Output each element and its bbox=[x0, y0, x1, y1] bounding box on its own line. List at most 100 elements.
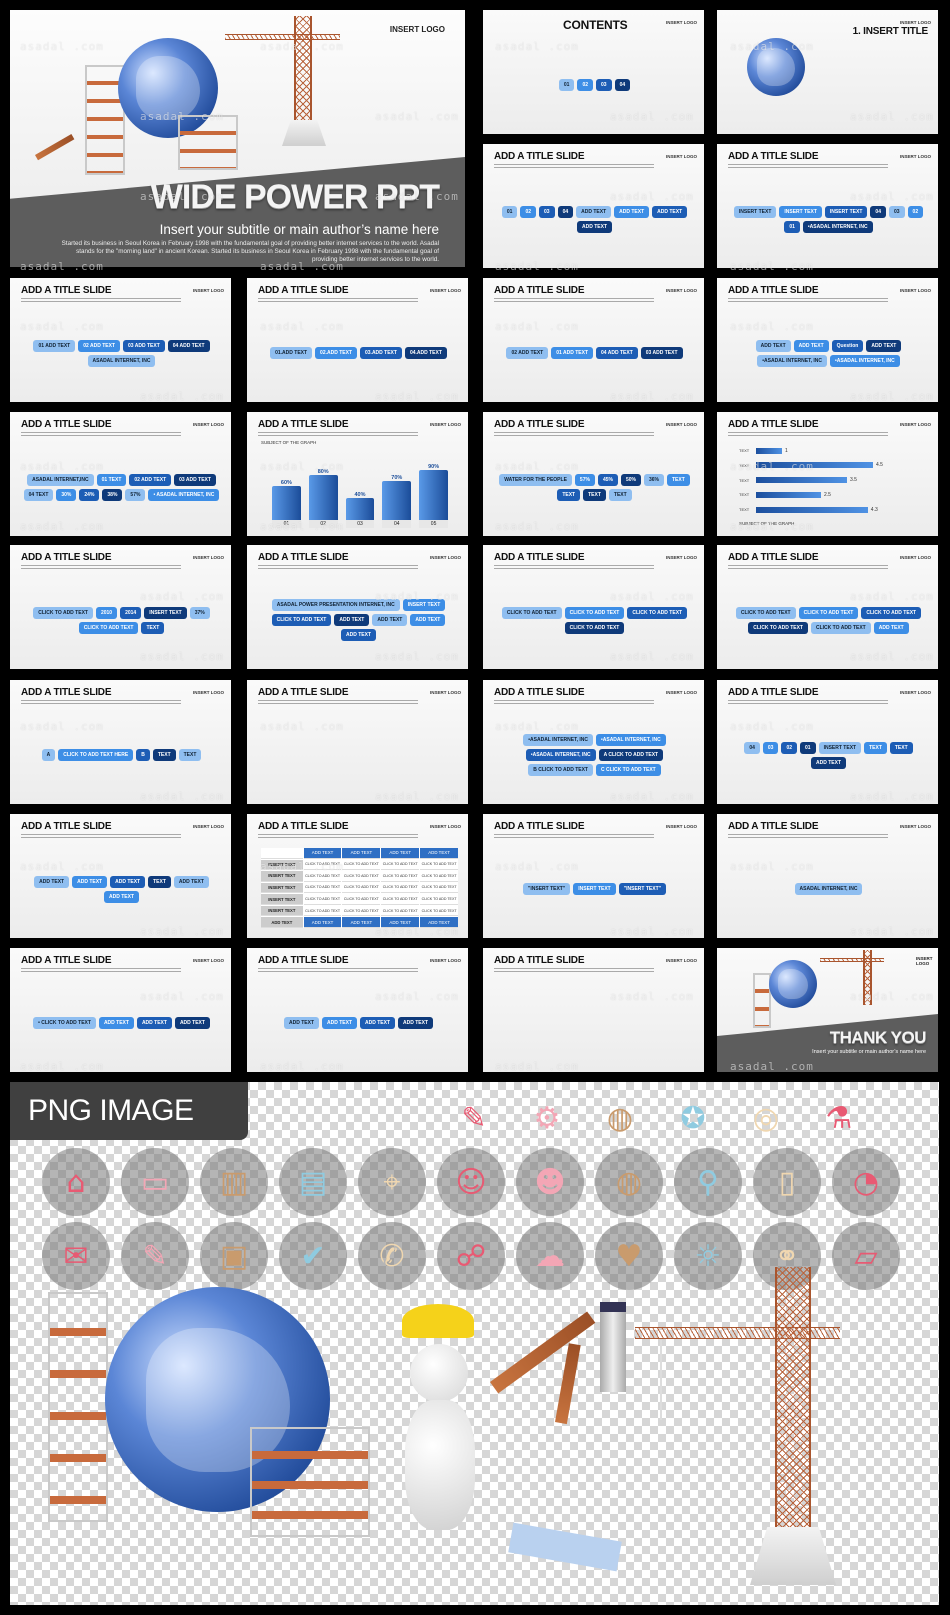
slide-thumbnail[interactable]: ADD A TITLE SLIDE INSERT LOGO ASADAL POWER… bbox=[247, 545, 468, 669]
slide-thumbnail[interactable]: ADD A TITLE SLIDE INSERT LOGO bbox=[247, 680, 468, 804]
slide-label: INSERT TEXT bbox=[573, 883, 616, 895]
crane-jib bbox=[225, 34, 340, 40]
slide-thumbnail[interactable]: ADD A TITLE SLIDE INSERT LOGO •ASADAL INTE… bbox=[483, 680, 704, 804]
table-footer: ADD TEXT bbox=[381, 917, 420, 928]
slide-thumbnail[interactable]: ADD A TITLE SLIDE INSERT LOGO CLICK TO ADD… bbox=[717, 545, 938, 669]
slide-thumbnail[interactable]: 1. INSERT TITLE INSERT LOGO bbox=[717, 10, 938, 134]
bar-label: 02 bbox=[308, 520, 338, 528]
map-pin-icon: ⌖ bbox=[358, 1148, 426, 1216]
slide-thumbnail[interactable]: ADD A TITLE SLIDE INSERT LOGO INSERT TEXT I… bbox=[717, 144, 938, 268]
slide-thumbnail[interactable]: ADD A TITLE SLIDE INSERT LOGO SUBJECT OF T… bbox=[247, 412, 468, 536]
slide-label: 04 TEXT bbox=[23, 488, 54, 501]
table-cell[interactable]: CLICK TO ADD TEXT bbox=[342, 882, 381, 894]
insert-logo: INSERT LOGO bbox=[665, 288, 697, 293]
slide-thumbnail[interactable]: ADD A TITLE SLIDE INSERT LOGO ADD TEXT ADD … bbox=[247, 814, 468, 938]
slide-thumbnail[interactable]: ADD A TITLE SLIDE INSERT LOGO ADD TEXT ADD … bbox=[10, 814, 231, 938]
slide-title: CONTENTS bbox=[563, 18, 628, 32]
slide-thumbnail[interactable]: CONTENTS INSERT LOGO 01 02 03 04 bbox=[483, 10, 704, 134]
clipboard-check-icon: ✔ bbox=[279, 1222, 347, 1290]
slide-thumbnail[interactable]: ADD A TITLE SLIDE INSERT LOGO TEXT 1 TEXT 4.5… bbox=[717, 412, 938, 536]
slide-description bbox=[258, 432, 418, 438]
figure-illustration bbox=[410, 1344, 468, 1402]
table-cell[interactable]: CLICK TO ADD TEXT bbox=[420, 859, 458, 871]
slide-label: 2014 bbox=[120, 606, 142, 619]
slide-description bbox=[494, 968, 654, 974]
table-cell[interactable]: CLICK TO ADD TEXT bbox=[381, 882, 420, 894]
table-cell[interactable]: CLICK TO ADD TEXT bbox=[420, 882, 458, 894]
slide-thumbnail[interactable]: ADD A TITLE SLIDE INSERT LOGO CLICK TO ADD… bbox=[10, 545, 231, 669]
bar bbox=[756, 491, 821, 498]
slide-description bbox=[494, 834, 654, 840]
table-cell[interactable]: CLICK TO ADD TEXT bbox=[381, 859, 420, 871]
slide-thumbnail[interactable]: ADD A TITLE SLIDE INSERT LOGO ADD TEXT ADD … bbox=[247, 948, 468, 1072]
slide-label: 02 bbox=[520, 205, 536, 218]
table-cell[interactable]: CLICK TO ADD TEXT bbox=[420, 871, 458, 882]
insert-logo: INSERT LOGO bbox=[192, 422, 224, 427]
table-cell[interactable]: CLICK TO ADD TEXT bbox=[381, 871, 420, 882]
slide-label: ADD TEXT bbox=[866, 339, 902, 352]
slide-label: ADD TEXT bbox=[652, 205, 688, 218]
slide-title: ADD A TITLE SLIDE bbox=[258, 955, 349, 966]
table-cell[interactable]: CLICK TO ADD TEXT bbox=[303, 871, 342, 882]
table-cell[interactable]: CLICK TO ADD TEXT bbox=[342, 871, 381, 882]
slide-thumbnail[interactable]: ADD A TITLE SLIDE INSERT LOGO 01.ADD TEXT 0… bbox=[247, 278, 468, 402]
slide-label: ASADAL INTERNET, INC bbox=[794, 883, 863, 895]
slide-label: 02 ADD TEXT bbox=[78, 339, 120, 352]
slide-label: 01 bbox=[501, 205, 518, 218]
microphone-icon: ⚲ bbox=[674, 1148, 742, 1216]
slide-label: 2010 bbox=[95, 606, 118, 619]
slide-label: TEXT bbox=[666, 473, 690, 486]
slide-thumbnail[interactable]: ADD A TITLE SLIDE INSERT LOGO CLICK TO ADD… bbox=[483, 545, 704, 669]
table-cell[interactable]: CLICK TO ADD TEXT bbox=[420, 905, 458, 917]
slide-label: 37% bbox=[189, 606, 210, 619]
bar bbox=[756, 506, 868, 513]
table-cell[interactable]: CLICK TO ADD TEXT bbox=[303, 894, 342, 905]
bar-label: TEXT bbox=[739, 462, 750, 468]
scaffold-illustration bbox=[250, 1427, 370, 1537]
slide-thumbnail[interactable]: ADD A TITLE SLIDE INSERT LOGO ASADAL INTER… bbox=[10, 412, 231, 536]
slide-thumbnail[interactable]: ADD A TITLE SLIDE INSERT LOGO 01 ADD TEXT 0… bbox=[10, 278, 231, 402]
slide-content: •ASADAL INTERNET, INC •ASADAL INTERNET, I… bbox=[495, 712, 694, 798]
slide-label: •ASADAL INTERNET, INC bbox=[523, 734, 593, 746]
slide-thumbnail[interactable]: ADD A TITLE SLIDE INSERT LOGO bbox=[483, 948, 704, 1072]
table-cell[interactable]: CLICK TO ADD TEXT bbox=[303, 905, 342, 917]
slide-thumbnail[interactable]: ADD A TITLE SLIDE INSERT LOGO • CLICK TO A… bbox=[10, 948, 231, 1072]
slide-thumbnail[interactable]: ADD A TITLE SLIDE INSERT LOGO A CLICK TO AD… bbox=[10, 680, 231, 804]
slide-content: INSERT TEXT INSERT TEXT INSERT TEXT 04 03 02 0… bbox=[729, 176, 928, 262]
thank-you-slide[interactable]: INSERT LOGO THANK YOU Insert your subtit… bbox=[717, 948, 938, 1072]
cover-title: WIDE POWER PPT bbox=[150, 178, 440, 216]
slide-thumbnail[interactable]: ADD A TITLE SLIDE INSERT LOGO 01 02 03 04 ADD … bbox=[483, 144, 704, 268]
table-cell[interactable]: CLICK TO ADD TEXT bbox=[381, 905, 420, 917]
insert-logo: INSERT LOGO bbox=[429, 422, 461, 427]
map-paper-illustration bbox=[508, 1522, 622, 1572]
slide-content: ADD TEXT ADD TEXT ADD TEXT TEXT ADD TEXT ADD … bbox=[22, 846, 221, 932]
slide-thumbnail[interactable]: ADD A TITLE SLIDE INSERT LOGO ASADAL INTER… bbox=[717, 814, 938, 938]
slide-description bbox=[21, 298, 181, 304]
slide-title: ADD A TITLE SLIDE bbox=[494, 955, 585, 966]
slide-title: ADD A TITLE SLIDE bbox=[258, 821, 349, 832]
table-cell[interactable]: CLICK TO ADD TEXT bbox=[342, 894, 381, 905]
table-cell[interactable]: CLICK TO ADD TEXT bbox=[303, 859, 342, 871]
slide-thumbnail[interactable]: ADD A TITLE SLIDE INSERT LOGO 04 03 02 01 INSE… bbox=[717, 680, 938, 804]
table-cell[interactable]: CLICK TO ADD TEXT bbox=[381, 894, 420, 905]
slide-content: 01 ADD TEXT 02 ADD TEXT 03 ADD TEXT 04 ADD … bbox=[22, 310, 221, 396]
slide-title: ADD A TITLE SLIDE bbox=[494, 687, 585, 698]
table-cell[interactable]: CLICK TO ADD TEXT bbox=[342, 859, 381, 871]
slide-label: •ASADAL INTERNET, INC bbox=[830, 354, 900, 367]
slide-thumbnail[interactable]: ADD A TITLE SLIDE INSERT LOGO "INSERT TEXT… bbox=[483, 814, 704, 938]
slide-content: ADD TEXT ADD TEXT ADD TEXT ADD TEXT bbox=[259, 980, 458, 1066]
cover-slide[interactable]: INSERT LOGO WIDE POWER PPT Insert your s… bbox=[10, 10, 465, 267]
slide-content: A CLICK TO ADD TEXT HERE B TEXT TEXT bbox=[22, 712, 221, 798]
slide-thumbnail[interactable]: ADD A TITLE SLIDE INSERT LOGO ADD TEXT ADD … bbox=[717, 278, 938, 402]
slide-title: ADD A TITLE SLIDE bbox=[258, 687, 349, 698]
table-cell[interactable]: CLICK TO ADD TEXT bbox=[342, 905, 381, 917]
slide-title: ADD A TITLE SLIDE bbox=[728, 419, 819, 430]
slide-label: ADD TEXT bbox=[34, 875, 70, 888]
bar-label: TEXT bbox=[739, 448, 750, 453]
slide-thumbnail[interactable]: ADD A TITLE SLIDE INSERT LOGO WATER FOR TH… bbox=[483, 412, 704, 536]
insert-logo: INSERT LOGO bbox=[665, 555, 697, 560]
table-cell[interactable]: CLICK TO ADD TEXT bbox=[420, 894, 458, 905]
insert-logo: INSERT LOGO bbox=[899, 154, 931, 159]
slide-thumbnail[interactable]: ADD A TITLE SLIDE INSERT LOGO 02 ADD TEXT 0… bbox=[483, 278, 704, 402]
table-cell[interactable]: CLICK TO ADD TEXT bbox=[303, 882, 342, 894]
